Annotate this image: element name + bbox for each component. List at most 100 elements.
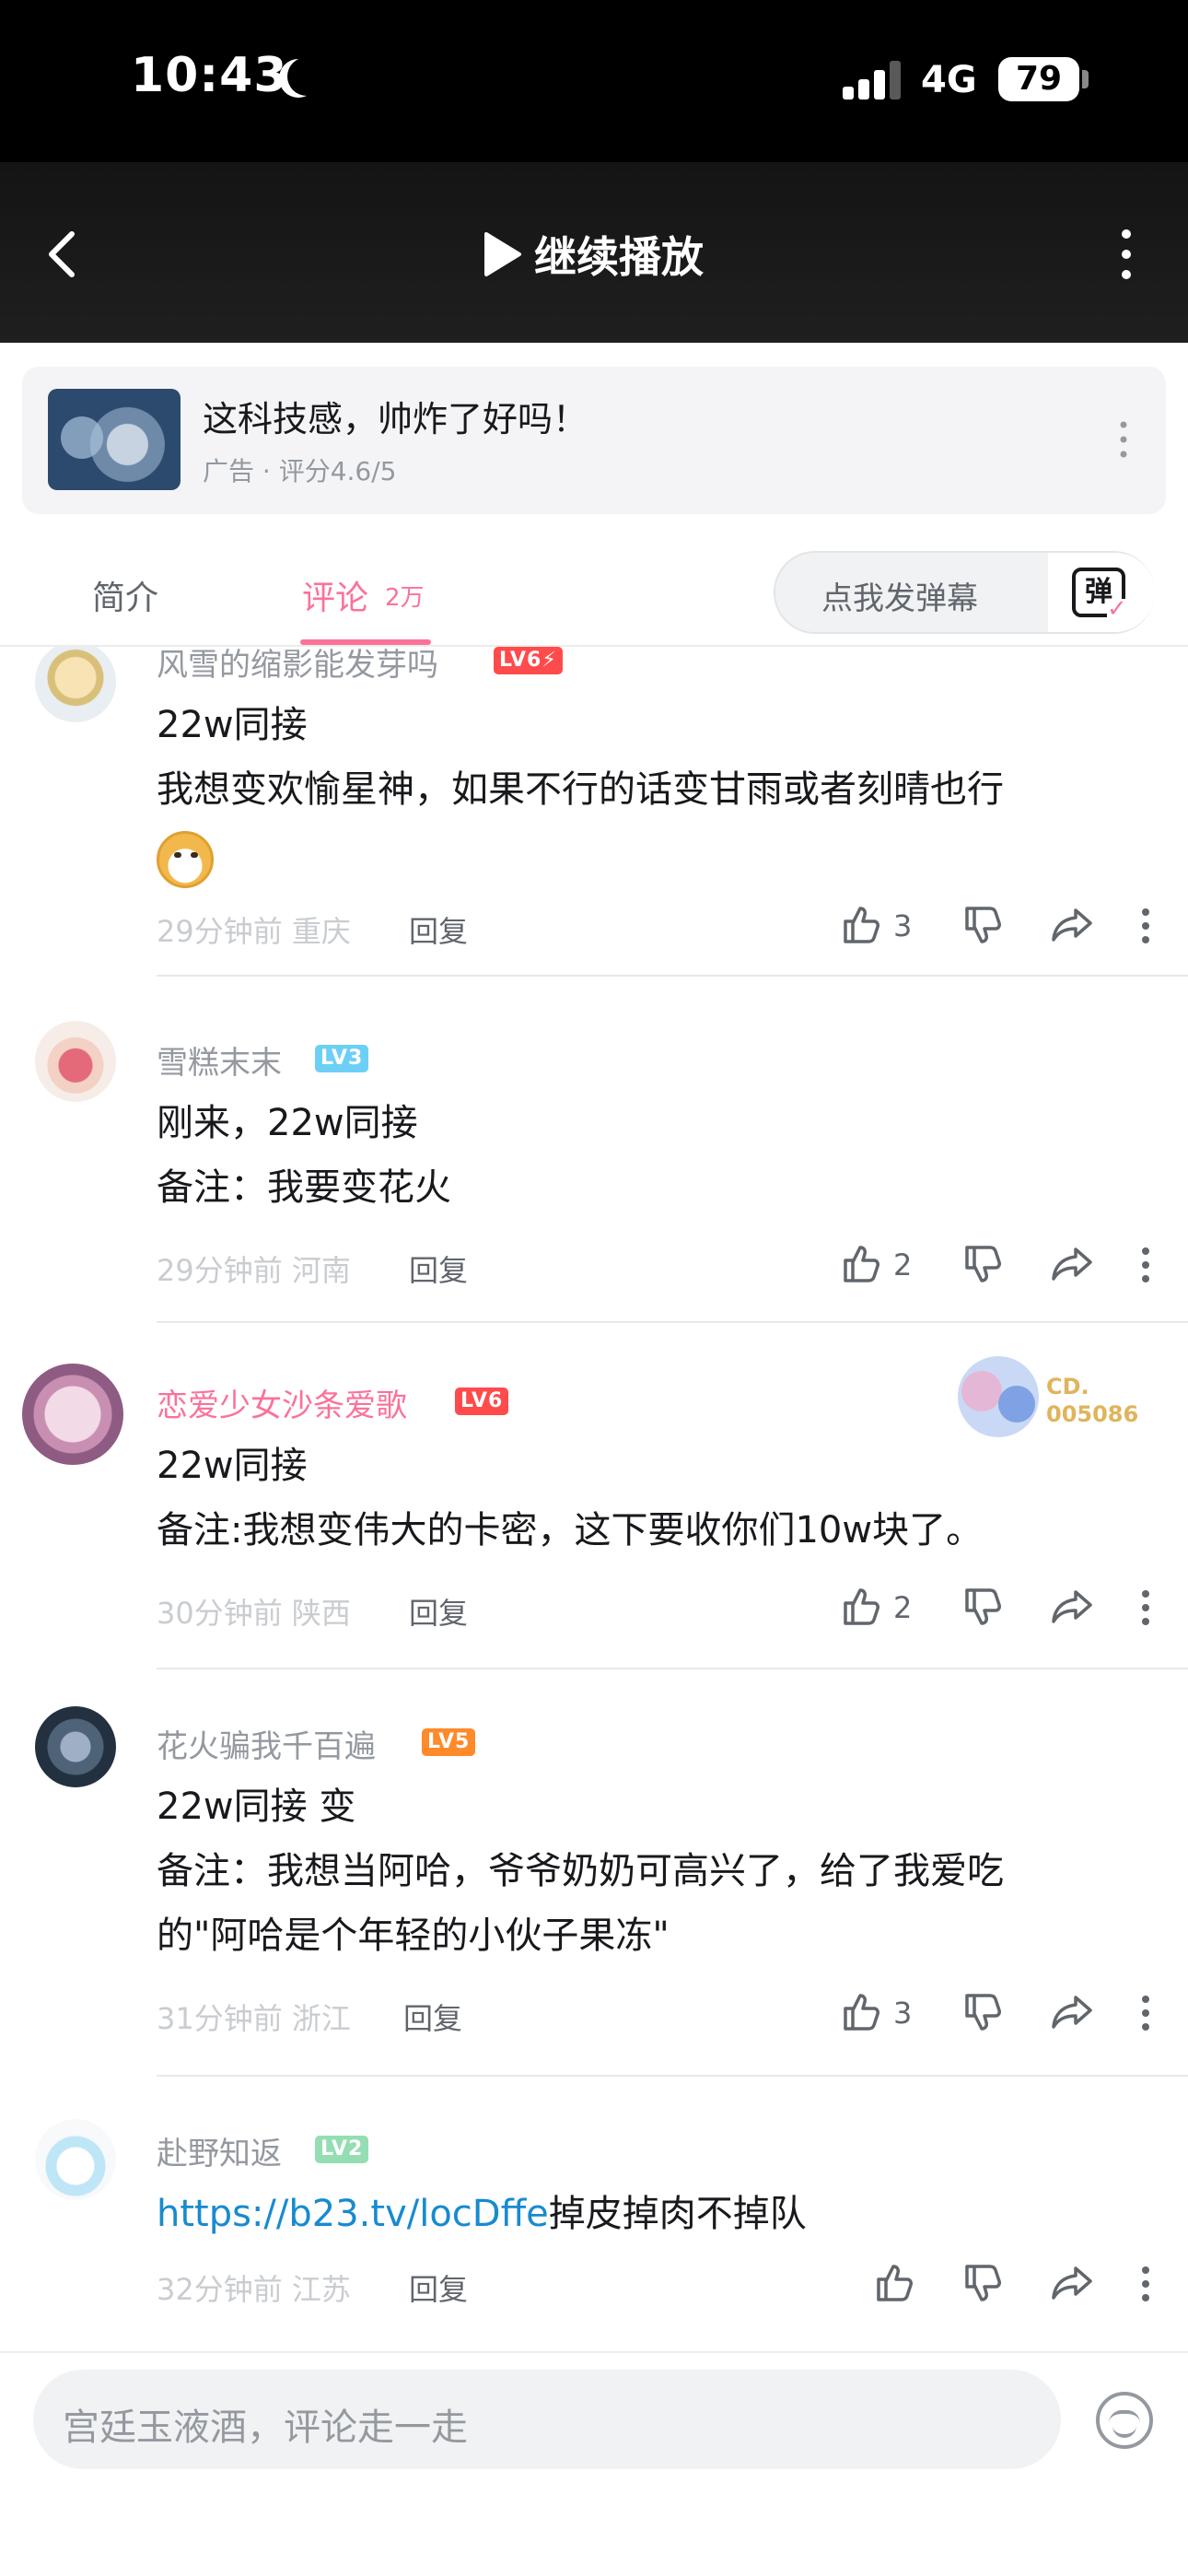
comment-line: 刚来，22w同接: [157, 1102, 418, 1144]
comment-input[interactable]: 宫廷玉液酒，评论走一走: [33, 2370, 1061, 2469]
share-button[interactable]: [1050, 903, 1094, 947]
active-tab-indicator: [300, 639, 431, 645]
danmaku-input[interactable]: 点我发弹幕 弹 ✓: [774, 551, 1155, 634]
moon-icon: [287, 57, 326, 96]
reply-button[interactable]: 回复: [409, 1590, 468, 1633]
continue-play-button[interactable]: 继续播放: [479, 221, 704, 287]
comment-location: 浙江: [291, 2001, 351, 2036]
danmaku-placeholder: 点我发弹幕: [821, 580, 978, 617]
level-badge: LV6⚡: [494, 647, 563, 674]
comment-line: 22w同接 变: [157, 1786, 356, 1828]
comment-username[interactable]: 雪糕末末: [157, 1037, 282, 1083]
emoji-icon[interactable]: [1096, 2392, 1153, 2449]
like-button[interactable]: [840, 1585, 884, 1629]
more-vertical-icon: [1142, 1590, 1149, 1625]
signal-icon: [843, 59, 902, 100]
comment-location: 陕西: [291, 1596, 351, 1631]
comment-more-button[interactable]: [1140, 1588, 1151, 1627]
comment-username[interactable]: 风雪的缩影能发芽吗: [157, 647, 438, 685]
comment-location: 重庆: [291, 914, 351, 949]
avatar[interactable]: [35, 2119, 116, 2200]
share-button[interactable]: [1050, 1585, 1094, 1629]
comment-more-button[interactable]: [1140, 1246, 1151, 1284]
comment-line: 22w同接: [157, 1445, 308, 1487]
more-menu-button[interactable]: [1112, 225, 1140, 284]
tab-comments[interactable]: 评论: [302, 571, 368, 619]
check-icon: ✓: [1107, 597, 1131, 621]
comment-more-button[interactable]: [1140, 2265, 1151, 2303]
level-badge: LV5: [422, 1728, 476, 1756]
avatar[interactable]: [35, 647, 116, 722]
reply-button[interactable]: 回复: [409, 1247, 468, 1290]
more-vertical-icon: [1142, 1996, 1149, 2031]
like-button[interactable]: [840, 903, 884, 947]
ad-title: 这科技感，帅炸了好吗！: [203, 399, 588, 439]
share-button[interactable]: [1050, 1990, 1094, 2034]
like-count: 2: [893, 1247, 913, 1282]
comment-meta: 29分钟前 重庆: [157, 908, 351, 951]
share-button[interactable]: [1050, 1242, 1094, 1286]
back-button[interactable]: [37, 221, 88, 287]
dislike-button[interactable]: [961, 1242, 1006, 1286]
level-badge: LV6: [455, 1388, 509, 1415]
status-time: 10:43: [131, 48, 288, 103]
status-bar: 10:43 4G 79: [0, 0, 1188, 162]
ad-thumbnail: [48, 389, 181, 490]
comment-line: 备注:我想变伟大的卡密，这下要收你们10w块了。: [157, 1509, 984, 1551]
level-badge: LV3: [315, 1045, 369, 1072]
reply-button[interactable]: 回复: [403, 1996, 462, 2038]
like-count: 2: [893, 1590, 913, 1625]
comment-link[interactable]: https://b23.tv/locDffe: [157, 2193, 549, 2235]
like-button[interactable]: [840, 1990, 884, 2034]
thumbs-up-icon: [844, 1588, 879, 1625]
ad-banner[interactable]: 这科技感，帅炸了好吗！ 广告 · 评分4.6/5: [22, 367, 1166, 514]
share-button[interactable]: [1050, 2261, 1094, 2305]
tab-intro[interactable]: 简介: [92, 571, 158, 619]
like-count: 3: [893, 908, 913, 943]
comment-more-button[interactable]: [1140, 1994, 1151, 2032]
dislike-button[interactable]: [961, 2261, 1006, 2305]
battery-icon: 79: [998, 57, 1079, 101]
avatar[interactable]: [22, 1364, 123, 1465]
comment-line: 的"阿哈是个年轻的小伙子果冻": [157, 1914, 670, 1957]
ad-subtitle: 广告 · 评分4.6/5: [203, 456, 397, 486]
like-button[interactable]: [840, 1242, 884, 1286]
reply-button[interactable]: 回复: [409, 2266, 468, 2309]
comment-time: 29分钟前: [157, 914, 283, 949]
comment-list: 风雪的缩影能发芽吗 LV6⚡ 22w同接 我想变欢愉星神，如果不行的话变甘雨或者…: [0, 647, 1188, 2351]
comment-username[interactable]: 花火骗我千百遍: [157, 1721, 376, 1766]
dislike-button[interactable]: [961, 903, 1006, 947]
comment-username[interactable]: 赴野知返: [157, 2128, 282, 2173]
comment-meta: 30分钟前 陕西: [157, 1590, 351, 1633]
comment-time: 29分钟前: [157, 1253, 283, 1288]
avatar[interactable]: [35, 1021, 116, 1102]
share-icon: [1052, 908, 1092, 942]
thumbs-down-icon: [965, 907, 1001, 943]
comment-meta: 29分钟前 河南: [157, 1247, 351, 1290]
danmaku-toggle-button[interactable]: 弹 ✓: [1048, 553, 1155, 632]
reply-button[interactable]: 回复: [409, 908, 468, 951]
comment-line: 我想变欢愉星神，如果不行的话变甘雨或者刻晴也行: [157, 768, 1004, 811]
ad-more-button[interactable]: [1114, 416, 1133, 463]
thumbs-down-icon: [965, 1994, 1001, 2031]
comment-meta: 32分钟前 江苏: [157, 2266, 351, 2309]
more-vertical-icon: [1120, 421, 1127, 458]
more-vertical-icon: [1142, 1247, 1149, 1282]
comment-more-button[interactable]: [1140, 907, 1151, 945]
like-button[interactable]: [873, 2261, 917, 2305]
dislike-button[interactable]: [961, 1585, 1006, 1629]
comment-input-bar: 宫廷玉液酒，评论走一走: [0, 2351, 1188, 2576]
comment-meta: 31分钟前 浙江: [157, 1996, 351, 2038]
dislike-button[interactable]: [961, 1990, 1006, 2034]
more-vertical-icon: [1142, 908, 1149, 943]
more-vertical-icon: [1142, 2266, 1149, 2301]
thumbs-up-icon: [877, 2265, 913, 2301]
thumbs-up-icon: [844, 1246, 879, 1282]
share-icon: [1052, 1996, 1092, 2029]
comment-divider: [157, 1668, 1188, 1669]
share-icon: [1052, 1247, 1092, 1281]
comment-divider: [157, 2075, 1188, 2077]
comment-location: 河南: [291, 1253, 351, 1288]
avatar[interactable]: [35, 1706, 116, 1787]
comment-username[interactable]: 恋爱少女沙条爱歌: [157, 1380, 407, 1425]
